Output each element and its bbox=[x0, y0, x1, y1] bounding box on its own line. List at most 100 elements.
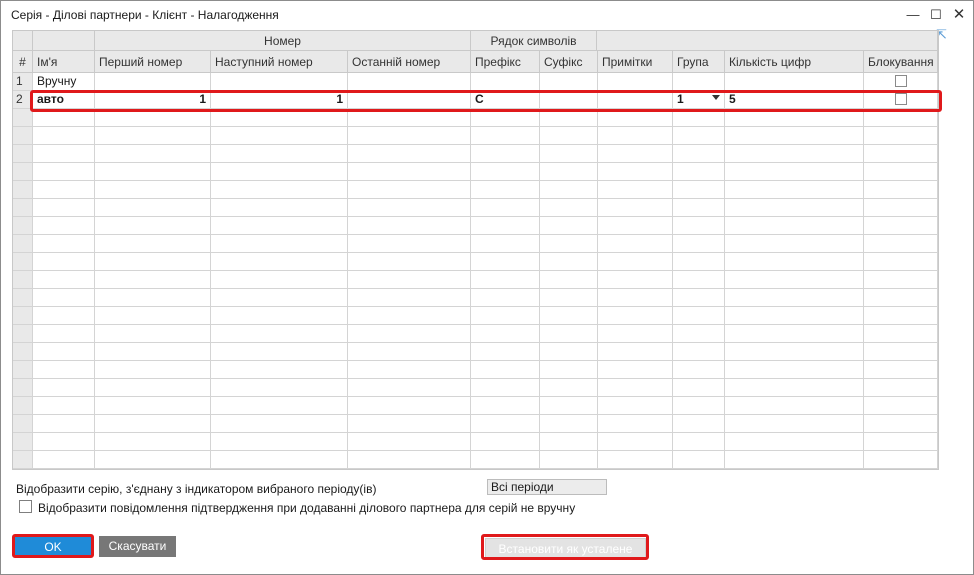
empty-cell[interactable] bbox=[95, 451, 211, 469]
empty-cell[interactable] bbox=[95, 415, 211, 433]
empty-cell[interactable] bbox=[864, 325, 938, 343]
empty-cell[interactable] bbox=[33, 109, 95, 127]
empty-cell[interactable] bbox=[95, 253, 211, 271]
empty-cell[interactable] bbox=[471, 451, 540, 469]
cell-next-number[interactable] bbox=[211, 73, 348, 91]
empty-cell[interactable] bbox=[211, 163, 348, 181]
empty-cell[interactable] bbox=[348, 163, 471, 181]
ok-button[interactable]: OK bbox=[15, 537, 91, 557]
empty-cell[interactable] bbox=[725, 361, 864, 379]
empty-cell[interactable] bbox=[471, 397, 540, 415]
empty-cell[interactable] bbox=[471, 289, 540, 307]
empty-cell[interactable] bbox=[348, 325, 471, 343]
empty-cell[interactable] bbox=[598, 451, 673, 469]
empty-cell[interactable] bbox=[540, 253, 598, 271]
confirm-message-checkbox[interactable] bbox=[19, 500, 32, 513]
empty-cell[interactable] bbox=[540, 109, 598, 127]
empty-cell[interactable] bbox=[95, 109, 211, 127]
column-header-group[interactable]: Група bbox=[673, 51, 725, 73]
empty-cell[interactable] bbox=[864, 127, 938, 145]
empty-cell[interactable] bbox=[598, 235, 673, 253]
empty-cell[interactable] bbox=[725, 181, 864, 199]
empty-cell[interactable] bbox=[33, 379, 95, 397]
cell-first-number[interactable] bbox=[95, 73, 211, 91]
cell-suffix[interactable] bbox=[540, 73, 598, 91]
group-dropdown[interactable]: 1 bbox=[673, 91, 725, 109]
empty-cell[interactable] bbox=[348, 145, 471, 163]
empty-cell[interactable] bbox=[864, 271, 938, 289]
empty-cell[interactable] bbox=[540, 181, 598, 199]
empty-cell[interactable] bbox=[540, 397, 598, 415]
empty-cell[interactable] bbox=[540, 415, 598, 433]
empty-cell[interactable] bbox=[348, 253, 471, 271]
empty-cell[interactable] bbox=[598, 307, 673, 325]
empty-cell[interactable] bbox=[540, 433, 598, 451]
empty-cell[interactable] bbox=[864, 343, 938, 361]
empty-cell[interactable] bbox=[864, 217, 938, 235]
empty-cell[interactable] bbox=[540, 163, 598, 181]
column-header-first-number[interactable]: Перший номер bbox=[95, 51, 211, 73]
cell-remarks[interactable] bbox=[598, 91, 673, 109]
empty-cell[interactable] bbox=[725, 307, 864, 325]
empty-cell[interactable] bbox=[598, 145, 673, 163]
empty-cell[interactable] bbox=[598, 289, 673, 307]
empty-cell[interactable] bbox=[471, 379, 540, 397]
empty-cell[interactable] bbox=[348, 451, 471, 469]
empty-cell[interactable] bbox=[33, 235, 95, 253]
empty-cell[interactable] bbox=[471, 271, 540, 289]
cell-digits[interactable]: 5 bbox=[725, 91, 864, 109]
empty-cell[interactable] bbox=[725, 379, 864, 397]
empty-cell[interactable] bbox=[673, 145, 725, 163]
empty-cell[interactable] bbox=[348, 397, 471, 415]
minimize-icon[interactable]: — bbox=[904, 6, 922, 24]
empty-cell[interactable] bbox=[598, 433, 673, 451]
set-default-button[interactable]: Встановити як усталене bbox=[485, 538, 646, 558]
cell-prefix[interactable] bbox=[471, 73, 540, 91]
empty-cell[interactable] bbox=[864, 451, 938, 469]
maximize-icon[interactable]: ☐ bbox=[927, 6, 945, 24]
cancel-button[interactable]: Скасувати bbox=[99, 536, 176, 557]
cell-prefix[interactable]: C bbox=[471, 91, 540, 109]
empty-cell[interactable] bbox=[211, 127, 348, 145]
empty-cell[interactable] bbox=[211, 199, 348, 217]
column-header-next-number[interactable]: Наступний номер bbox=[211, 51, 348, 73]
empty-cell[interactable] bbox=[673, 451, 725, 469]
empty-cell[interactable] bbox=[540, 145, 598, 163]
empty-cell[interactable] bbox=[33, 253, 95, 271]
empty-cell[interactable] bbox=[725, 217, 864, 235]
empty-cell[interactable] bbox=[471, 325, 540, 343]
empty-cell[interactable] bbox=[471, 109, 540, 127]
empty-cell[interactable] bbox=[540, 361, 598, 379]
empty-cell[interactable] bbox=[471, 199, 540, 217]
empty-cell[interactable] bbox=[471, 361, 540, 379]
empty-cell[interactable] bbox=[348, 361, 471, 379]
empty-cell[interactable] bbox=[864, 181, 938, 199]
empty-cell[interactable] bbox=[211, 181, 348, 199]
close-icon[interactable]: ✕ bbox=[950, 6, 968, 24]
empty-cell[interactable] bbox=[33, 415, 95, 433]
empty-cell[interactable] bbox=[673, 163, 725, 181]
empty-cell[interactable] bbox=[211, 217, 348, 235]
column-header-last-number[interactable]: Останній номер bbox=[348, 51, 471, 73]
empty-cell[interactable] bbox=[864, 379, 938, 397]
empty-cell[interactable] bbox=[211, 361, 348, 379]
empty-cell[interactable] bbox=[33, 199, 95, 217]
empty-cell[interactable] bbox=[348, 109, 471, 127]
empty-cell[interactable] bbox=[95, 307, 211, 325]
empty-cell[interactable] bbox=[725, 451, 864, 469]
empty-cell[interactable] bbox=[864, 199, 938, 217]
empty-cell[interactable] bbox=[33, 307, 95, 325]
empty-cell[interactable] bbox=[864, 253, 938, 271]
empty-cell[interactable] bbox=[33, 181, 95, 199]
empty-cell[interactable] bbox=[33, 217, 95, 235]
cell-suffix[interactable] bbox=[540, 91, 598, 109]
empty-cell[interactable] bbox=[95, 379, 211, 397]
empty-cell[interactable] bbox=[673, 235, 725, 253]
empty-cell[interactable] bbox=[211, 433, 348, 451]
empty-cell[interactable] bbox=[348, 271, 471, 289]
column-header-suffix[interactable]: Суфікс bbox=[540, 51, 598, 73]
empty-cell[interactable] bbox=[598, 127, 673, 145]
empty-cell[interactable] bbox=[471, 145, 540, 163]
empty-cell[interactable] bbox=[211, 325, 348, 343]
empty-cell[interactable] bbox=[33, 361, 95, 379]
